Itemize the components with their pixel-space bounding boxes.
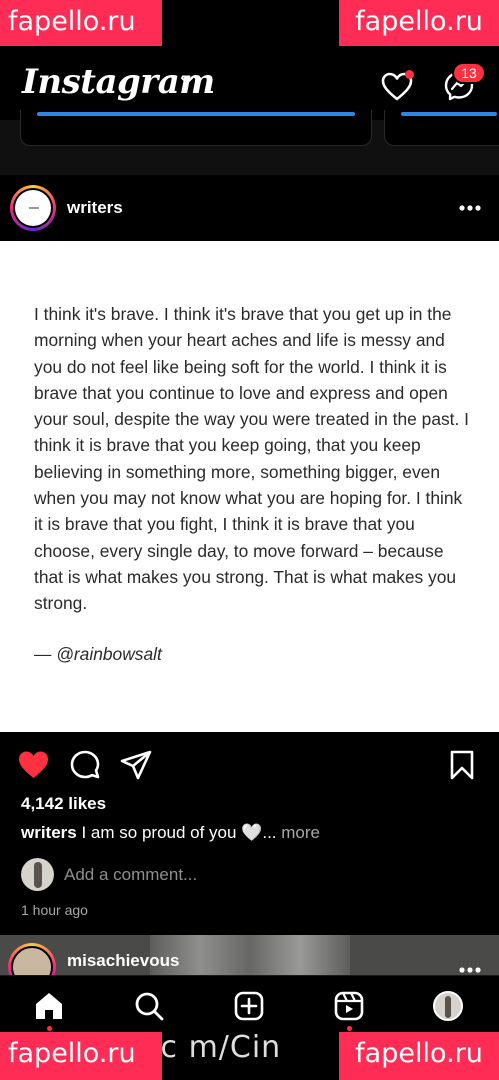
quote-author: — @rainbowsalt [34, 644, 162, 664]
suggested-card[interactable] [384, 110, 499, 146]
post-image[interactable]: I think it's brave. I think it's brave t… [0, 241, 499, 732]
home-icon[interactable] [33, 990, 65, 1022]
watermark-bottom-left: fapello.ru [0, 1032, 162, 1080]
reels-icon[interactable] [333, 990, 365, 1022]
notification-dot [405, 70, 414, 79]
post-caption: writers I am so proud of you 🤍... more [21, 823, 320, 843]
suggested-card[interactable] [20, 110, 372, 146]
add-comment-input[interactable]: Add a comment... [64, 865, 197, 885]
watermark-top-right: fapello.ru [339, 0, 499, 46]
post-actions [0, 732, 499, 796]
likes-count[interactable]: 4,142 likes [21, 794, 106, 814]
search-icon[interactable] [133, 990, 165, 1022]
suggested-cards-strip [0, 110, 499, 175]
watermark-top-left: fapello.ru [0, 0, 162, 46]
avatar [21, 858, 54, 891]
bookmark-icon[interactable] [450, 750, 474, 780]
bottom-tab-bar [0, 975, 499, 1035]
profile-avatar[interactable] [433, 991, 463, 1021]
post-header: writers [0, 175, 499, 241]
card-button[interactable] [37, 112, 355, 116]
create-icon[interactable] [233, 990, 265, 1022]
comment-icon[interactable] [70, 750, 100, 780]
share-icon[interactable] [120, 750, 152, 780]
caption-text: I am so proud of you 🤍... [81, 823, 277, 842]
more-options-icon[interactable] [459, 967, 481, 973]
chevron-down-icon[interactable] [180, 74, 194, 88]
home-notification-dot [47, 1026, 52, 1031]
next-post-preview[interactable]: misachievous [0, 935, 499, 975]
post-timestamp: 1 hour ago [21, 902, 88, 918]
caption-username[interactable]: writers [21, 823, 77, 842]
quote-text: I think it's brave. I think it's brave t… [34, 304, 470, 614]
post-avatar[interactable] [10, 185, 56, 231]
watermark-bottom-right: fapello.ru [339, 1032, 499, 1080]
next-post-username[interactable]: misachievous [67, 951, 179, 971]
like-heart-icon[interactable] [17, 750, 50, 780]
reels-notification-dot [347, 1026, 352, 1031]
message-count-badge: 13 [452, 62, 486, 84]
card-button[interactable] [401, 112, 497, 116]
watermark-bottom-middle: .c m/Cin [150, 1030, 282, 1065]
next-post-avatar[interactable] [8, 943, 56, 975]
caption-more-link[interactable]: more [281, 823, 320, 842]
post-username[interactable]: writers [67, 198, 123, 218]
more-options-icon[interactable] [459, 205, 481, 211]
